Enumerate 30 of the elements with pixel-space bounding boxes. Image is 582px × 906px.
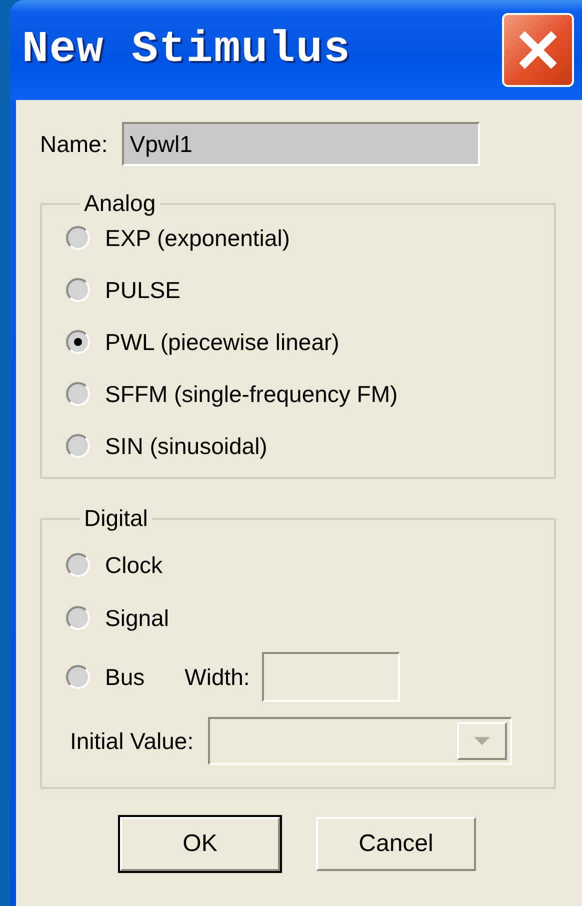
name-field[interactable]: Vpwl1 — [122, 122, 480, 166]
option-label: EXP (exponential) — [105, 224, 290, 252]
radio-button[interactable] — [66, 382, 90, 406]
option-label: PWL (piecewise linear) — [105, 328, 340, 356]
radio-button[interactable] — [66, 553, 90, 577]
radio-button[interactable] — [66, 226, 90, 250]
option-label: Clock — [105, 552, 163, 578]
close-button[interactable] — [502, 13, 574, 87]
close-icon — [517, 29, 559, 71]
radio-button[interactable] — [66, 665, 90, 689]
caret-icon — [474, 737, 490, 745]
width-field[interactable] — [262, 652, 400, 702]
radio-button[interactable] — [66, 330, 90, 354]
radio-button[interactable] — [66, 434, 90, 458]
cancel-button[interactable]: Cancel — [316, 817, 476, 871]
width-label: Width: — [184, 664, 250, 690]
initial-value-label: Initial Value: — [70, 728, 194, 754]
group-title: Digital — [83, 505, 149, 532]
option-label: Bus — [105, 664, 145, 690]
option-label: Signal — [105, 604, 169, 632]
option-label: PULSE — [105, 276, 180, 304]
radio-button[interactable] — [66, 606, 90, 630]
name-label: Name: — [40, 130, 108, 158]
initial-value-dropdown[interactable] — [208, 717, 512, 765]
window-title: New Stimulus — [22, 25, 351, 75]
ok-button[interactable]: OK — [120, 817, 280, 871]
radio-button[interactable] — [66, 278, 90, 302]
option-label: SIN (sinusoidal) — [105, 432, 268, 460]
option-label: SFFM (single-frequency FM) — [105, 380, 398, 408]
group-title: Analog — [83, 190, 157, 217]
